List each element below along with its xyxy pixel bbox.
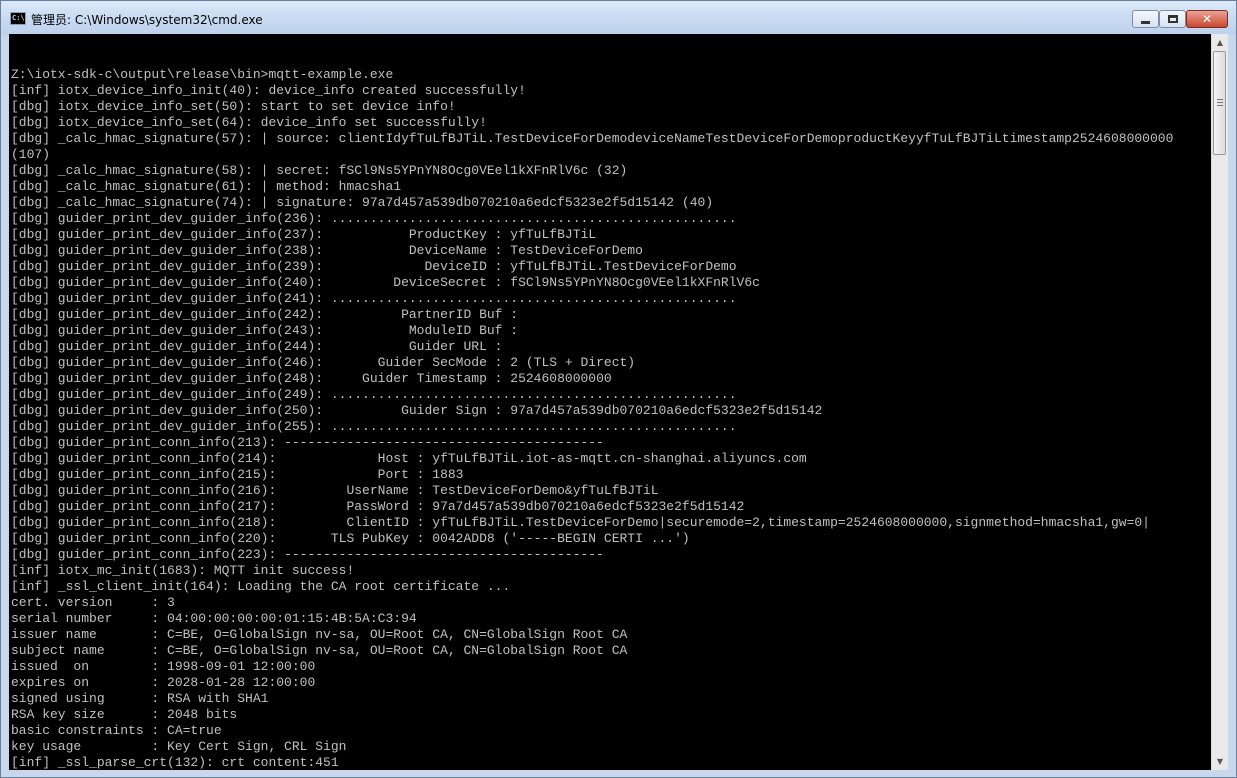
console-line: [dbg] guider_print_conn_info(223): -----… [11,547,604,562]
console-line: [dbg] iotx_device_info_set(64): device_i… [11,115,487,130]
cmd-app-icon[interactable]: C:\ [10,12,26,25]
arrow-down-icon: ▼ [1216,757,1224,766]
thumb-grip-line [1217,99,1223,100]
close-icon: ✕ [1201,12,1213,26]
thumb-grip-line [1217,105,1223,106]
console-line: [dbg] guider_print_dev_guider_info(237):… [11,227,597,242]
console-line: [dbg] guider_print_dev_guider_info(248):… [11,371,612,386]
minimize-icon [1141,20,1150,24]
console-line: basic constraints : CA=true [11,723,222,738]
thumb-grip-line [1217,102,1223,103]
console-line: [dbg] _calc_hmac_signature(58): | secret… [11,163,628,178]
console-line: [dbg] guider_print_dev_guider_info(246):… [11,355,636,370]
vertical-scrollbar[interactable]: ▲ ▼ [1211,34,1228,770]
console-line: [inf] _ssl_client_init(164): Loading the… [11,579,511,594]
console-line: [dbg] _calc_hmac_signature(57): | source… [11,131,1174,146]
console-line: [dbg] guider_print_dev_guider_info(240):… [11,275,760,290]
console-line: [dbg] guider_print_conn_info(217): PassW… [11,499,745,514]
console-line: [dbg] guider_print_conn_info(213): -----… [11,435,604,450]
maximize-button[interactable] [1159,10,1186,28]
console-line: RSA key size : 2048 bits [11,707,238,722]
maximize-icon [1167,15,1178,23]
console-line: [dbg] guider_print_dev_guider_info(242):… [11,307,519,322]
console-line: [inf] iotx_mc_init(1683): MQTT init succ… [11,563,355,578]
console-line: cert. version : 3 [11,595,175,610]
console-line: subject name : C=BE, O=GlobalSign nv-sa,… [11,643,628,658]
console-line: serial number : 04:00:00:00:00:01:15:4B:… [11,611,417,626]
console-line: [dbg] guider_print_dev_guider_info(236):… [11,211,737,226]
arrow-up-icon: ▲ [1216,38,1224,47]
console-line: [dbg] guider_print_conn_info(214): Host … [11,451,807,466]
console-line: [dbg] guider_print_conn_info(215): Port … [11,467,464,482]
console-line: [inf] iotx_device_info_init(40): device_… [11,83,526,98]
console-line: [dbg] guider_print_conn_info(216): UserN… [11,483,659,498]
minimize-button[interactable] [1132,10,1159,28]
console-line: Z:\iotx-sdk-c\output\release\bin>mqtt-ex… [11,67,394,82]
console-line: [dbg] guider_print_dev_guider_info(255):… [11,419,737,434]
console-line: [dbg] guider_print_conn_info(218): Clien… [11,515,1150,530]
console-lines: Z:\iotx-sdk-c\output\release\bin>mqtt-ex… [11,51,1173,770]
window-title: 管理员: C:\Windows\system32\cmd.exe [31,13,263,27]
console-line: signed using : RSA with SHA1 [11,691,269,706]
console-line: key usage : Key Cert Sign, CRL Sign [11,739,347,754]
console-line: [dbg] guider_print_dev_guider_info(238):… [11,243,643,258]
console-output[interactable]: Z:\iotx-sdk-c\output\release\bin>mqtt-ex… [9,34,1211,770]
scroll-down-button[interactable]: ▼ [1212,753,1228,770]
console-line: issuer name : C=BE, O=GlobalSign nv-sa, … [11,627,628,642]
cmd-window: C:\ 管理员: C:\Windows\system32\cmd.exe ✕ Z… [0,0,1237,778]
console-line: issued on : 1998-09-01 12:00:00 [11,659,316,674]
console-line: [dbg] guider_print_dev_guider_info(243):… [11,323,519,338]
console-line: [dbg] guider_print_dev_guider_info(244):… [11,339,503,354]
scroll-up-button[interactable]: ▲ [1212,34,1228,51]
console-line: expires on : 2028-01-28 12:00:00 [11,675,316,690]
console-line: [dbg] guider_print_dev_guider_info(241):… [11,291,737,306]
console-line: [dbg] _calc_hmac_signature(61): | method… [11,179,402,194]
console-line: [dbg] guider_print_dev_guider_info(249):… [11,387,737,402]
console-line: (107) [11,147,51,162]
console-line: [dbg] iotx_device_info_set(50): start to… [11,99,456,114]
console-line: [inf] _ssl_parse_crt(132): crt content:4… [11,755,339,770]
console-line: [dbg] guider_print_conn_info(220): TLS P… [11,531,690,546]
title-bar[interactable]: C:\ 管理员: C:\Windows\system32\cmd.exe ✕ [1,1,1236,35]
close-button[interactable]: ✕ [1186,10,1228,28]
console-line: [dbg] guider_print_dev_guider_info(250):… [11,403,823,418]
scrollbar-thumb[interactable] [1213,51,1226,155]
console-line: [dbg] guider_print_dev_guider_info(239):… [11,259,737,274]
console-line: [dbg] _calc_hmac_signature(74): | signat… [11,195,714,210]
